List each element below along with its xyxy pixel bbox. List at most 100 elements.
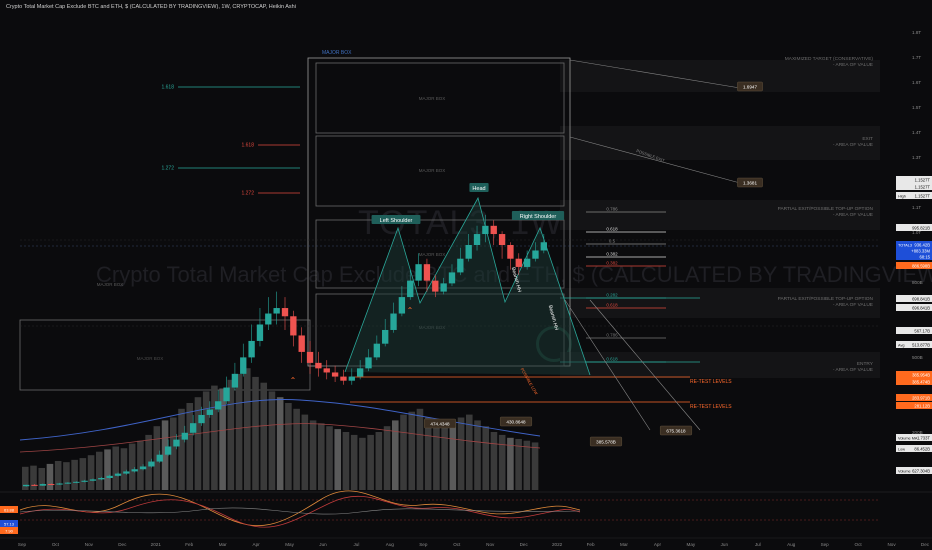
volume-bar <box>178 408 185 490</box>
candle-body <box>507 245 514 259</box>
zone-label: - AREA OF VALUE <box>833 367 873 373</box>
time-tick: May <box>687 542 696 547</box>
price-tag: +883.33M <box>911 249 930 254</box>
fib-label: 0.282 <box>606 293 618 298</box>
candle-body <box>390 313 397 330</box>
candle-body <box>114 473 122 476</box>
volume-bar <box>441 426 448 490</box>
candle-body <box>206 409 214 415</box>
candle-body <box>465 245 472 259</box>
volume-bar <box>334 429 342 490</box>
fib-label: 1.618 <box>161 85 174 91</box>
candle-body <box>340 376 347 381</box>
volume-bar <box>87 455 95 490</box>
candle-body <box>365 357 372 369</box>
volume-bar <box>466 414 473 490</box>
fib-label: 0.618 <box>606 303 618 308</box>
price-tick: 800B <box>912 280 923 285</box>
volume-bar <box>63 462 70 490</box>
candle-body <box>281 308 289 317</box>
chart-root[interactable]: TOTAL3, 1W Crypto Total Market Cap Exclu… <box>0 0 932 550</box>
candle-body <box>498 234 506 245</box>
volume-bar <box>104 449 111 490</box>
candle-body <box>398 297 406 314</box>
candle-body <box>523 258 531 267</box>
time-tick: Sep <box>419 542 428 547</box>
price-tag: 513.877B <box>912 343 930 348</box>
volume-bar <box>424 417 432 490</box>
candle-body <box>331 372 339 377</box>
target-label: 1.3681 <box>743 181 757 186</box>
price-tag-name: Low <box>898 448 905 452</box>
zone-label: MAXIMIZED TARGET (CONSERVATIVE) <box>785 56 874 62</box>
candle-body <box>432 280 439 292</box>
fib-label: 1.272 <box>241 191 254 197</box>
target-label: 430.8648 <box>506 420 526 425</box>
volume-bar <box>128 443 136 490</box>
volume-bar <box>79 458 87 490</box>
candle-body <box>23 484 30 487</box>
candle-body <box>73 481 80 483</box>
candle-body <box>407 280 414 298</box>
fib-label: 0.618 <box>606 357 618 362</box>
volume-bar <box>244 368 251 490</box>
price-tag: 281.12B <box>914 404 930 409</box>
candle-body <box>540 242 547 251</box>
volume-bar <box>293 408 300 490</box>
volume-bar <box>490 432 498 490</box>
target-label: 474.4348 <box>430 422 450 427</box>
volume-bar <box>367 434 374 490</box>
candle-body <box>415 264 422 281</box>
price-tag-name: Avg <box>898 344 904 348</box>
candle-body <box>148 461 155 467</box>
fib-label: 1.272 <box>161 166 174 172</box>
volume-bar <box>112 446 120 490</box>
candle-body <box>131 469 138 472</box>
fib-label: 0.786 <box>606 207 618 212</box>
box-label: MAJOR BOX <box>419 252 446 257</box>
osc-line-a <box>19 490 581 527</box>
time-tick: Feb <box>185 542 193 547</box>
hs-pattern-fill <box>345 198 590 375</box>
price-tick: 500B <box>912 355 923 360</box>
candle-body <box>515 258 522 267</box>
volume-bar <box>449 421 457 490</box>
pattern-label: Head <box>472 186 485 192</box>
volume-bar <box>276 397 284 490</box>
candle-body <box>315 362 322 369</box>
time-tick: 2022 <box>552 542 563 547</box>
box-label: MAJOR BOX <box>419 96 446 101</box>
candle-body <box>240 357 247 374</box>
volume-bar <box>96 451 103 490</box>
chart-svg[interactable]: MAJOR BOX MAJOR BOX MAJOR BOX MAJOR BOX MAJO… <box>0 0 932 550</box>
candle-body <box>198 414 205 424</box>
candle-body <box>89 479 97 481</box>
time-tick: 2021 <box>151 542 162 547</box>
fib-label: 1.618 <box>241 143 254 149</box>
price-tick: 1.8T <box>912 30 921 35</box>
time-tick: Aug <box>386 542 395 547</box>
candle-body <box>473 234 481 245</box>
candle-body <box>164 446 172 455</box>
candle-body <box>490 225 497 235</box>
time-tick: Mar <box>219 542 227 547</box>
candle-body <box>39 484 47 486</box>
price-tag-name: High <box>898 195 906 199</box>
target-label: 385.578B <box>596 440 616 445</box>
volume-bar <box>268 391 276 490</box>
price-tag: 936.42B <box>914 243 930 248</box>
retest-levels: RE-TEST LEVELS RE-TEST LEVELS <box>350 376 732 410</box>
zone-label: EXIT <box>862 136 873 142</box>
price-tag: 567.17B <box>914 329 930 334</box>
volume-bar <box>350 434 358 490</box>
target-label: 675.3618 <box>666 429 686 434</box>
candle-body <box>306 351 314 363</box>
target-label: 1.6947 <box>743 85 757 90</box>
volume-bar <box>523 440 531 490</box>
price-tag: 1.1527T <box>915 194 931 199</box>
time-tick: Dec <box>921 542 930 547</box>
time-tick: Nov <box>486 542 495 547</box>
volume-bar <box>433 423 440 490</box>
candle-body <box>532 250 539 259</box>
candle-body <box>123 471 130 474</box>
